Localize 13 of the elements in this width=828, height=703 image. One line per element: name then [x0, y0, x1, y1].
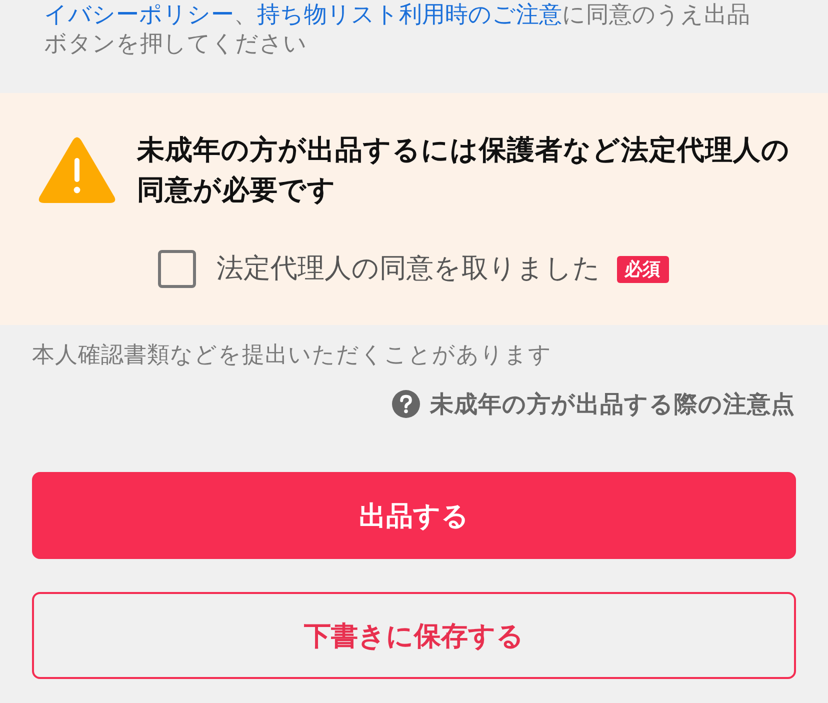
- warning-title: 未成年の方が出品するには保護者など法定代理人の同意が必要です: [137, 133, 791, 208]
- policy-link[interactable]: 持ち物リスト利用時のご注意: [257, 1, 562, 28]
- id-document-note: 本人確認書類などを提出いただくことがあります: [32, 341, 553, 370]
- help-link[interactable]: 未成年の方が出品する際の注意点: [392, 389, 795, 419]
- help-icon: [392, 390, 420, 418]
- warning-icon: [38, 136, 116, 204]
- consent-notice: イバシーポリシー、持ち物リスト利用時のご注意に同意のうえ出品ボタンを押してください: [44, 0, 751, 58]
- checkbox[interactable]: [158, 250, 196, 288]
- policy-link[interactable]: イバシーポリシー: [44, 1, 234, 28]
- required-badge: 必須: [616, 256, 668, 282]
- submit-button[interactable]: 出品する: [32, 472, 796, 559]
- save-draft-button[interactable]: 下書きに保存する: [32, 592, 796, 679]
- checkbox-label[interactable]: 法定代理人の同意を取りました: [216, 250, 600, 288]
